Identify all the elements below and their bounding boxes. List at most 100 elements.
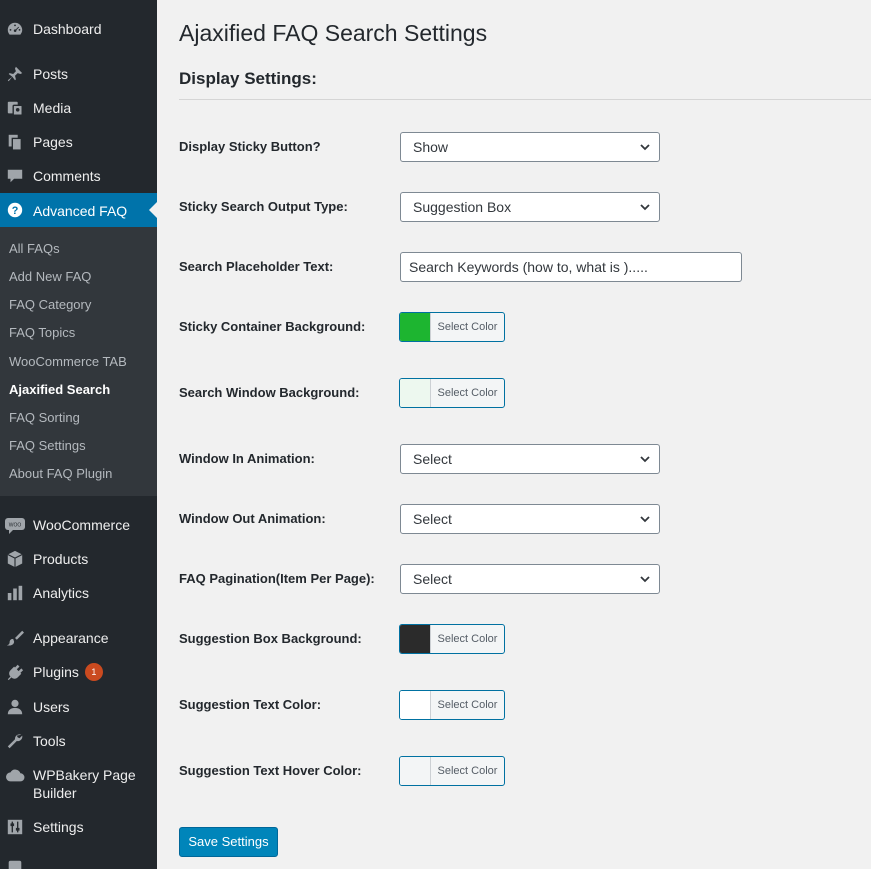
media-icon <box>5 98 25 118</box>
menu-plugins[interactable]: Plugins 1 <box>0 663 157 681</box>
menu-tools[interactable]: Tools <box>0 732 157 750</box>
woo-icon-text: WOO <box>9 523 22 529</box>
suggestion-bg-color-button[interactable]: Select Color <box>399 624 505 654</box>
menu-settings[interactable]: Settings <box>0 818 157 836</box>
pagination-value: Select <box>413 571 452 587</box>
submenu-add-new-faq[interactable]: Add New FAQ <box>9 269 91 284</box>
menu-partial-icon <box>5 857 25 869</box>
menu-pages-label: Pages <box>33 134 73 150</box>
plugin-icon <box>5 662 25 682</box>
window-bg-color-button[interactable]: Select Color <box>399 378 505 408</box>
dashboard-icon <box>5 19 25 39</box>
placeholder-text-input[interactable]: Search Keywords (how to, what is )..... <box>400 252 742 282</box>
page-title: Ajaxified FAQ Search Settings <box>179 20 488 46</box>
menu-dashboard[interactable]: Dashboard <box>0 20 157 38</box>
placeholder-text-label: Search Placeholder Text: <box>179 259 334 274</box>
box-icon <box>5 549 25 569</box>
help-icon: ? <box>5 200 25 220</box>
menu-tools-label: Tools <box>33 733 66 749</box>
sticky-bg-color-button[interactable]: Select Color <box>399 312 505 342</box>
suggestion-bg-label: Suggestion Box Background: <box>179 631 362 646</box>
suggestion-hover-button-label: Select Color <box>437 765 498 777</box>
submenu-ajaxified-search[interactable]: Ajaxified Search <box>9 382 110 397</box>
suggestion-bg-button-label: Select Color <box>437 633 498 645</box>
chevron-down-icon <box>640 516 650 523</box>
update-count-badge: 1 <box>84 663 103 681</box>
pagination-select[interactable]: Select <box>400 564 660 594</box>
window-out-select[interactable]: Select <box>400 504 660 534</box>
cloud-icon <box>5 766 25 786</box>
submenu-faq-sorting[interactable]: FAQ Sorting <box>9 410 80 425</box>
wrench-icon <box>5 731 25 751</box>
menu-woocommerce-label: WooCommerce <box>33 517 130 533</box>
comment-icon <box>5 166 25 186</box>
submenu-faq-settings[interactable]: FAQ Settings <box>9 438 86 453</box>
menu-users[interactable]: Users <box>0 698 157 716</box>
woocommerce-icon: WOO <box>5 515 25 535</box>
chevron-down-icon <box>640 144 650 151</box>
menu-woocommerce[interactable]: WOO WooCommerce <box>0 516 157 534</box>
output-type-select[interactable]: Suggestion Box <box>400 192 660 222</box>
menu-comments-label: Comments <box>33 168 101 184</box>
sliders-icon <box>5 817 25 837</box>
sticky-bg-swatch <box>400 313 431 341</box>
menu-plugins-label: Plugins 1 <box>33 663 151 681</box>
suggestion-text-color-button[interactable]: Select Color <box>399 690 505 720</box>
window-bg-label: Search Window Background: <box>179 385 360 400</box>
menu-analytics[interactable]: Analytics <box>0 584 157 602</box>
window-in-select[interactable]: Select <box>400 444 660 474</box>
paintbrush-icon <box>5 628 25 648</box>
menu-comments[interactable]: Comments <box>0 167 157 185</box>
submenu-faq-topics[interactable]: FAQ Topics <box>9 325 75 340</box>
section-title: Display Settings: <box>179 69 317 88</box>
menu-products[interactable]: Products <box>0 550 157 568</box>
menu-media-label: Media <box>33 100 72 116</box>
menu-posts[interactable]: Posts <box>0 65 157 83</box>
submenu-about-faq-plugin[interactable]: About FAQ Plugin <box>9 466 112 481</box>
sticky-button-value: Show <box>413 139 449 155</box>
suggestion-hover-swatch <box>400 757 431 785</box>
submenu-woocommerce-tab[interactable]: WooCommerce TAB <box>9 354 127 369</box>
suggestion-bg-swatch <box>400 625 431 653</box>
menu-products-label: Products <box>33 551 89 567</box>
window-out-value: Select <box>413 511 452 527</box>
chevron-down-icon <box>640 456 650 463</box>
submenu-faq-category[interactable]: FAQ Category <box>9 297 91 312</box>
chevron-down-icon <box>640 204 650 211</box>
suggestion-hover-color-button[interactable]: Select Color <box>399 756 505 786</box>
pages-icon <box>5 132 25 152</box>
menu-wpbakery[interactable]: WPBakery Page Builder <box>0 766 157 802</box>
sticky-button-select[interactable]: Show <box>400 132 660 162</box>
pin-icon <box>5 64 25 84</box>
menu-pages[interactable]: Pages <box>0 133 157 151</box>
menu-settings-label: Settings <box>33 819 84 835</box>
save-settings-button[interactable]: Save Settings <box>179 827 278 857</box>
advanced-faq-submenu: All FAQs Add New FAQ FAQ Category FAQ To… <box>0 227 157 496</box>
sticky-bg-button-label: Select Color <box>437 321 498 333</box>
menu-appearance-label: Appearance <box>33 630 109 646</box>
submenu-all-faqs[interactable]: All FAQs <box>9 241 60 256</box>
menu-appearance[interactable]: Appearance <box>0 629 157 647</box>
menu-advanced-faq[interactable]: ? Advanced FAQ <box>0 193 157 227</box>
menu-analytics-label: Analytics <box>33 585 90 601</box>
menu-advanced-faq-label: Advanced FAQ <box>33 203 128 219</box>
menu-users-label: Users <box>33 699 70 715</box>
menu-dashboard-label: Dashboard <box>33 21 102 37</box>
suggestion-text-label: Suggestion Text Color: <box>179 697 322 712</box>
section-divider <box>179 99 871 100</box>
suggestion-hover-label: Suggestion Text Hover Color: <box>179 763 362 778</box>
pagination-label: FAQ Pagination(Item Per Page): <box>179 571 375 586</box>
menu-media[interactable]: Media <box>0 99 157 117</box>
window-bg-button-label: Select Color <box>437 387 498 399</box>
window-bg-swatch <box>400 379 431 407</box>
output-type-label: Sticky Search Output Type: <box>179 199 348 214</box>
window-out-label: Window Out Animation: <box>179 511 326 526</box>
menu-partial-item[interactable] <box>0 858 157 869</box>
menu-wpbakery-label: WPBakery Page Builder <box>33 767 136 801</box>
output-type-value: Suggestion Box <box>413 199 512 215</box>
window-in-value: Select <box>413 451 452 467</box>
bar-chart-icon <box>5 583 25 603</box>
menu-posts-label: Posts <box>33 66 69 82</box>
menu-plugins-text: Plugins <box>33 664 79 680</box>
chevron-down-icon <box>640 576 650 583</box>
